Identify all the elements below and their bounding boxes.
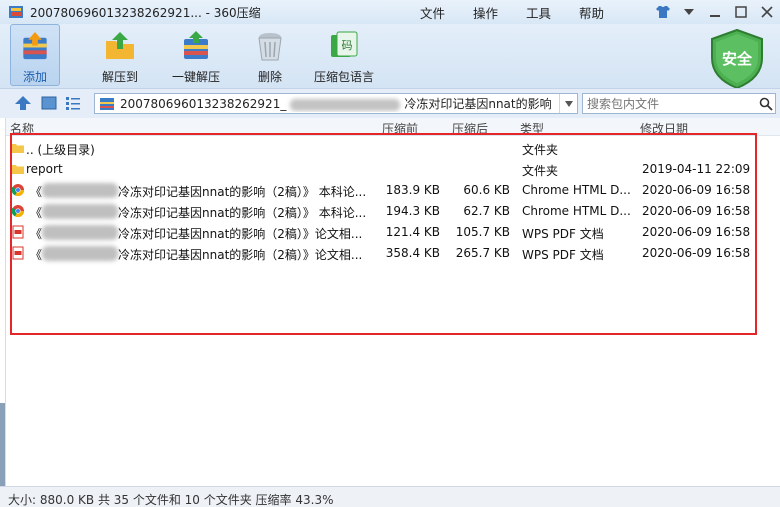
col-size-before[interactable]: 压缩前 bbox=[382, 120, 418, 137]
close-button[interactable] bbox=[754, 1, 780, 23]
menu-help[interactable]: 帮助 bbox=[565, 3, 618, 22]
file-list: 名称 压缩前 压缩后 类型 修改日期 .. (上级目录) 文件夹 report … bbox=[0, 118, 780, 486]
archive-icon bbox=[100, 97, 114, 110]
file-date: 2020-06-09 16:58 bbox=[642, 225, 751, 239]
col-type[interactable]: 类型 bbox=[520, 120, 544, 137]
file-name-prefix: 《 bbox=[30, 185, 43, 199]
one-click-extract-button[interactable]: 一键解压 bbox=[168, 24, 224, 86]
file-size: 358.4 KB bbox=[385, 246, 440, 260]
chrome-icon bbox=[11, 205, 24, 218]
extract-to-button[interactable]: 解压到 bbox=[96, 24, 144, 86]
file-name-prefix: 《 bbox=[30, 227, 43, 241]
skin-shirt-icon[interactable] bbox=[650, 1, 676, 23]
col-name[interactable]: 名称 bbox=[10, 120, 34, 137]
list-item[interactable]: .. (上级目录) 文件夹 bbox=[8, 138, 776, 159]
delete-label: 删除 bbox=[257, 70, 282, 84]
redacted-text bbox=[42, 183, 118, 198]
file-name: 冷冻对印记基因nnat的影响（2稿）》论文相... bbox=[118, 248, 363, 262]
file-name: report bbox=[26, 162, 63, 176]
security-shield[interactable]: 安全 bbox=[708, 28, 766, 90]
path-dropdown-icon[interactable] bbox=[559, 94, 577, 113]
redacted-text bbox=[42, 225, 118, 240]
toolbar: 添加 解压到 一键解压 删除 码 压缩包语言 安全 bbox=[0, 24, 780, 90]
folder-icon bbox=[12, 165, 24, 174]
security-label: 安全 bbox=[721, 50, 752, 68]
svg-text:码: 码 bbox=[342, 39, 353, 52]
file-date: 2020-06-09 16:58 bbox=[642, 246, 751, 260]
archive-language-label: 压缩包语言 bbox=[313, 70, 374, 84]
status-text: 大小: 880.0 KB 共 35 个文件和 10 个文件夹 压缩率 43.3% bbox=[8, 493, 334, 507]
file-packed-size: 62.7 KB bbox=[463, 204, 510, 218]
file-size: 121.4 KB bbox=[385, 225, 440, 239]
search-box bbox=[582, 93, 776, 114]
file-type: 文件夹 bbox=[522, 164, 559, 178]
file-name-prefix: 《 bbox=[30, 206, 43, 220]
search-input[interactable] bbox=[587, 96, 757, 111]
folder-icon bbox=[12, 144, 24, 153]
maximize-button[interactable] bbox=[728, 1, 754, 23]
file-type: WPS PDF 文档 bbox=[522, 248, 604, 262]
list-item[interactable]: report 文件夹 2019-04-11 22:09 bbox=[8, 159, 776, 180]
file-name: 冷冻对印记基因nnat的影响（2稿）》论文相... bbox=[118, 227, 363, 241]
chrome-icon bbox=[11, 184, 24, 197]
list-item[interactable]: 《 冷冻对印记基因nnat的影响（2稿）》 本科论... 183.9 KB 60… bbox=[8, 180, 776, 201]
add-archive-icon bbox=[23, 31, 47, 60]
extract-to-label: 解压到 bbox=[101, 70, 138, 84]
path-field[interactable]: 20078069601323826292​1_ 冷冻对印记基因nnat的影响 bbox=[94, 93, 578, 114]
file-packed-size: 105.7 KB bbox=[455, 225, 510, 239]
minimize-button[interactable] bbox=[702, 1, 728, 23]
col-size-after[interactable]: 压缩后 bbox=[452, 120, 488, 137]
file-packed-size: 265.7 KB bbox=[455, 246, 510, 260]
list-item[interactable]: 《 冷冻对印记基因nnat的影响（2稿）》论文相... 121.4 KB 105… bbox=[8, 222, 776, 243]
list-item[interactable]: 《 冷冻对印记基因nnat的影响（2稿）》 本科论... 194.3 KB 62… bbox=[8, 201, 776, 222]
file-packed-size: 60.6 KB bbox=[463, 183, 510, 197]
file-name-prefix: 《 bbox=[30, 248, 43, 262]
file-size: 183.9 KB bbox=[385, 183, 440, 197]
col-modified[interactable]: 修改日期 bbox=[640, 120, 688, 137]
window-title: 2007806960132382​6292​1... - 360压缩 bbox=[30, 5, 261, 20]
delete-button[interactable]: 删除 bbox=[252, 24, 288, 86]
menu-operate[interactable]: 操作 bbox=[459, 3, 512, 22]
window-controls bbox=[650, 0, 780, 24]
file-type: Chrome HTML D... bbox=[522, 204, 631, 218]
column-headers: 名称 压缩前 压缩后 类型 修改日期 bbox=[0, 118, 780, 136]
archive-language-button[interactable]: 码 压缩包语言 bbox=[312, 24, 376, 86]
add-button-label: 添加 bbox=[22, 70, 47, 84]
archive-language-icon: 码 bbox=[331, 31, 358, 57]
pdf-icon bbox=[12, 225, 24, 239]
file-type: WPS PDF 文档 bbox=[522, 227, 604, 241]
menu-tools[interactable]: 工具 bbox=[512, 3, 565, 22]
app-logo-icon bbox=[9, 6, 23, 18]
list-item[interactable]: 《 冷冻对印记基因nnat的影响（2稿）》论文相... 358.4 KB 265… bbox=[8, 243, 776, 264]
left-scroll-edge bbox=[0, 118, 6, 493]
file-name: 冷冻对印记基因nnat的影响（2稿）》 本科论... bbox=[118, 185, 367, 199]
pdf-icon bbox=[12, 246, 24, 260]
path-text: 20078069601323826292​1_ 冷冻对印记基因nnat的影响 bbox=[120, 97, 552, 111]
file-name: 冷冻对印记基因nnat的影响（2稿）》 本科论... bbox=[118, 206, 367, 220]
delete-trash-icon bbox=[258, 33, 282, 61]
redacted-text bbox=[42, 246, 118, 261]
menu-bar: 文件 操作 工具 帮助 bbox=[406, 0, 618, 24]
menu-file[interactable]: 文件 bbox=[406, 3, 459, 22]
file-name: .. (上级目录) bbox=[26, 143, 95, 157]
extract-to-icon bbox=[106, 32, 134, 59]
search-icon[interactable] bbox=[759, 97, 773, 111]
redacted-text bbox=[42, 204, 118, 219]
file-size: 194.3 KB bbox=[385, 204, 440, 218]
file-date: 2020-06-09 16:58 bbox=[642, 183, 751, 197]
file-type: Chrome HTML D... bbox=[522, 183, 631, 197]
scrollbar-thumb[interactable] bbox=[0, 403, 5, 493]
one-click-extract-icon bbox=[184, 31, 208, 59]
one-click-extract-label: 一键解压 bbox=[171, 70, 220, 84]
add-button[interactable]: 添加 bbox=[10, 24, 60, 86]
menu-dropdown-icon[interactable] bbox=[676, 1, 702, 23]
up-arrow-icon[interactable] bbox=[14, 95, 32, 111]
file-type: 文件夹 bbox=[522, 143, 559, 157]
file-date: 2020-06-09 16:58 bbox=[642, 204, 751, 218]
view-large-icon[interactable] bbox=[40, 95, 58, 111]
view-list-icon[interactable] bbox=[64, 95, 82, 111]
file-date: 2019-04-11 22:09 bbox=[642, 162, 751, 176]
address-bar: 20078069601323826292​1_ 冷冻对印记基因nnat的影响 bbox=[0, 88, 780, 118]
status-bar: 大小: 880.0 KB 共 35 个文件和 10 个文件夹 压缩率 43.3% bbox=[0, 486, 780, 507]
